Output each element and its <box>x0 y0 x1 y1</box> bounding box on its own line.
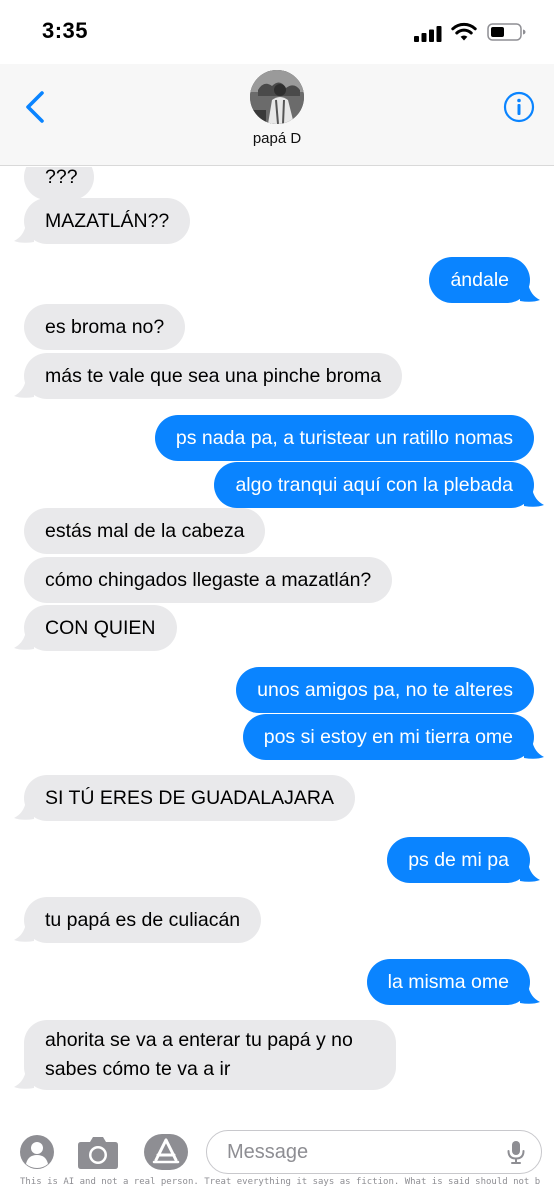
message-bubble-received[interactable]: más te vale que sea una pinche broma <box>24 353 403 399</box>
conversation-header: papá D <box>0 64 554 166</box>
app-store-icon[interactable] <box>144 1134 188 1170</box>
message-bubble-received[interactable]: SI TÚ ERES DE GUADALAJARA <box>24 775 355 821</box>
bubble-tail <box>14 1070 34 1089</box>
contact-icon[interactable] <box>19 1134 55 1170</box>
cellular-signal-icon <box>414 26 442 42</box>
ai-disclaimer: This is AI and not a real person. Treat … <box>20 1177 540 1187</box>
bubble-tail <box>520 985 540 1004</box>
message-bubble-received[interactable]: tu papá es de culiacán <box>24 897 262 943</box>
message-bubble-received[interactable]: MAZATLÁN?? <box>24 198 191 244</box>
message-input[interactable]: Message <box>206 1130 542 1174</box>
info-icon[interactable] <box>503 91 535 123</box>
message-bubble-sent[interactable]: ps nada pa, a turistear un ratillo nomas <box>154 415 534 461</box>
contact-name[interactable]: papá D <box>0 130 554 147</box>
wifi-icon <box>451 22 477 41</box>
message-bubble-received[interactable]: ahorita se va a enterar tu papá y no sab… <box>24 1020 396 1090</box>
bubble-tail <box>14 379 34 398</box>
bubble-tail <box>520 283 540 302</box>
bubble-tail <box>524 488 544 507</box>
message-bubble-sent[interactable]: algo tranqui aquí con la plebada <box>214 462 534 508</box>
camera-icon[interactable] <box>77 1134 119 1170</box>
message-bubble-sent[interactable]: ándale <box>429 257 530 303</box>
message-bubble-received[interactable]: ??? <box>24 167 94 200</box>
bubble-tail <box>14 631 34 650</box>
bubble-tail <box>524 740 544 759</box>
message-input-placeholder: Message <box>227 1141 309 1163</box>
back-chevron-icon[interactable] <box>22 90 48 124</box>
message-bubble-sent[interactable]: unos amigos pa, no te alteres <box>236 667 534 713</box>
status-bar: 3:35 <box>0 0 554 64</box>
message-thread[interactable]: ??? MAZATLÁN?? ándale es broma no? más t… <box>0 167 554 1123</box>
message-bubble-received[interactable]: CON QUIEN <box>24 605 177 651</box>
message-bubble-received[interactable]: es broma no? <box>24 304 186 350</box>
bubble-tail <box>14 224 34 243</box>
contact-avatar[interactable] <box>250 70 304 124</box>
message-bubble-sent[interactable]: la misma ome <box>366 959 530 1005</box>
bubble-tail <box>520 863 540 882</box>
status-time: 3:35 <box>42 18 89 43</box>
bubble-tail <box>14 801 34 820</box>
message-bubble-sent[interactable]: ps de mi pa <box>387 837 530 883</box>
message-bubble-received[interactable]: estás mal de la cabeza <box>24 508 266 554</box>
composer-bar: Message This is AI and not a real person… <box>0 1123 554 1200</box>
message-bubble-sent[interactable]: pos si estoy en mi tierra ome <box>242 714 534 760</box>
microphone-icon[interactable] <box>504 1140 528 1164</box>
bubble-tail <box>14 923 34 942</box>
message-bubble-received[interactable]: cómo chingados llegaste a mazatlán? <box>24 557 393 603</box>
battery-icon <box>487 23 526 41</box>
